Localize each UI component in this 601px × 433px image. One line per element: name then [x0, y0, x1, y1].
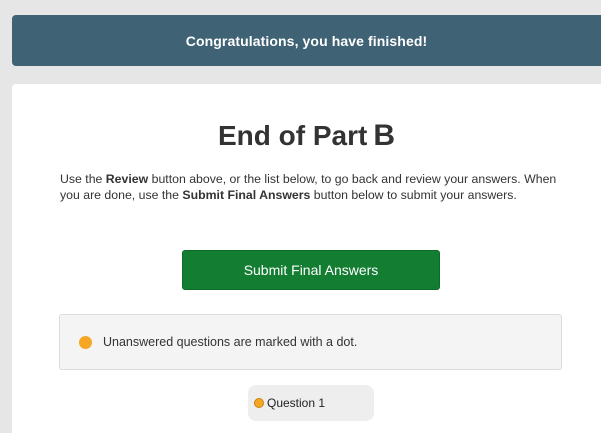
part-letter: B: [373, 119, 395, 152]
instructions-text: Use the Review button above, or the list…: [60, 171, 560, 203]
question-list-item[interactable]: Question 1: [248, 385, 374, 421]
submit-keyword: Submit Final Answers: [182, 188, 311, 202]
end-of-part-card: End of Part B Use the Review button above…: [12, 84, 601, 433]
unanswered-dot-icon: [79, 335, 92, 349]
page-title-text: End of Part: [217, 120, 368, 151]
instructions-seg1: Use the: [60, 172, 106, 186]
banner-text: Congratulations, you have finished!: [185, 32, 428, 49]
unanswered-notice: Unanswered questions are marked with a d…: [59, 314, 562, 370]
instructions-seg3: button below to submit your answers.: [310, 188, 517, 202]
question-label: Question 1: [267, 396, 326, 410]
page-title: End of Part B: [12, 118, 601, 154]
completion-banner: Congratulations, you have finished!: [12, 15, 601, 66]
review-keyword: Review: [105, 172, 149, 186]
notice-text: Unanswered questions are marked with a d…: [103, 335, 358, 349]
submit-final-answers-button[interactable]: Submit Final Answers: [182, 250, 440, 290]
unanswered-dot-icon: [254, 398, 264, 408]
